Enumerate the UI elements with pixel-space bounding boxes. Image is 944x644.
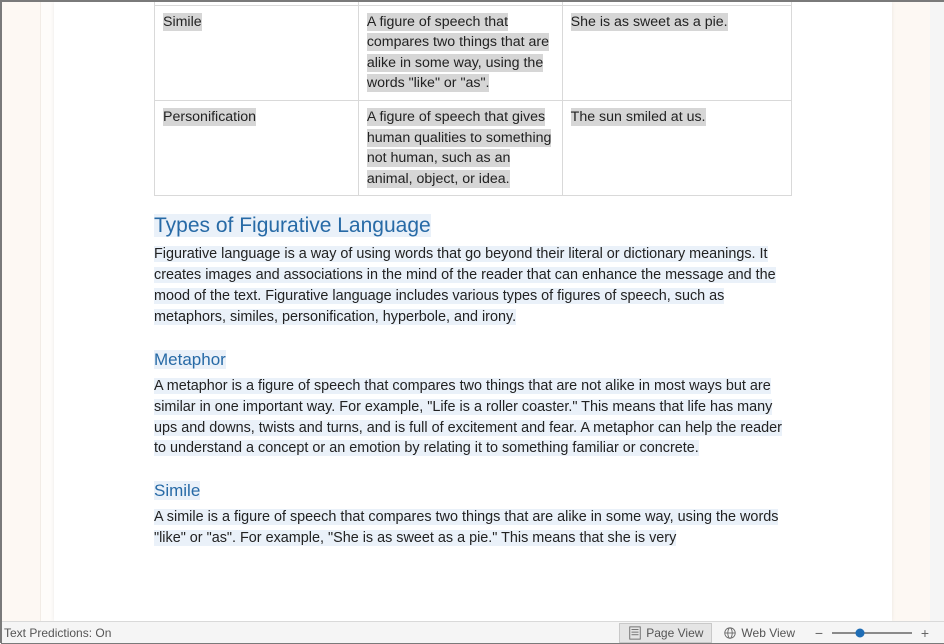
table-cell-definition[interactable]: A figure of speech that compares two thi… [358, 5, 562, 100]
vertical-scrollbar[interactable] [930, 2, 944, 621]
left-gutter [2, 2, 41, 621]
cell-text: She is as sweet as a pie. [571, 13, 728, 31]
paragraph-metaphor[interactable]: A metaphor is a figure of speech that co… [154, 376, 792, 460]
zoom-in-button[interactable]: + [918, 625, 932, 641]
cell-text: Personification [163, 108, 256, 126]
right-gutter [891, 2, 930, 621]
status-bar: Text Predictions: On Page View Web View … [2, 621, 944, 643]
table-row[interactable]: Simile A figure of speech that compares … [155, 5, 792, 100]
page-view-label: Page View [646, 626, 703, 640]
web-view-label: Web View [741, 626, 795, 640]
table-cell-term[interactable]: Simile [155, 5, 359, 100]
document-page[interactable]: similar in one important way. Simile A f… [54, 2, 892, 621]
heading-metaphor[interactable]: Metaphor [154, 350, 792, 370]
table-cell-term[interactable]: Personification [155, 100, 359, 195]
table-cell-example[interactable]: The sun smiled at us. [562, 100, 791, 195]
zoom-slider-track [832, 632, 912, 634]
figurative-language-table[interactable]: similar in one important way. Simile A f… [154, 2, 792, 196]
cell-text: The sun smiled at us. [571, 108, 706, 126]
cell-text: A figure of speech that compares two thi… [367, 13, 549, 93]
table-cell-example[interactable]: She is as sweet as a pie. [562, 5, 791, 100]
zoom-out-button[interactable]: − [812, 625, 826, 641]
paragraph-simile[interactable]: A simile is a figure of speech that comp… [154, 507, 792, 549]
cell-text: A figure of speech that gives human qual… [367, 108, 552, 188]
table-cell-definition[interactable]: A figure of speech that gives human qual… [358, 100, 562, 195]
cell-text: Simile [163, 13, 202, 31]
paragraph-intro[interactable]: Figurative language is a way of using wo… [154, 244, 792, 328]
zoom-slider-thumb[interactable] [856, 628, 865, 637]
heading-types[interactable]: Types of Figurative Language [154, 214, 792, 238]
heading-simile[interactable]: Simile [154, 481, 792, 501]
table-row[interactable]: Personification A figure of speech that … [155, 100, 792, 195]
page-view-icon [628, 626, 642, 640]
document-scroll-area[interactable]: similar in one important way. Simile A f… [2, 2, 944, 621]
text-predictions-status[interactable]: Text Predictions: On [2, 626, 111, 640]
zoom-control: − + [806, 625, 938, 641]
zoom-slider[interactable] [832, 626, 912, 640]
page-view-button[interactable]: Page View [619, 623, 712, 643]
web-view-icon [723, 626, 737, 640]
web-view-button[interactable]: Web View [714, 623, 804, 643]
